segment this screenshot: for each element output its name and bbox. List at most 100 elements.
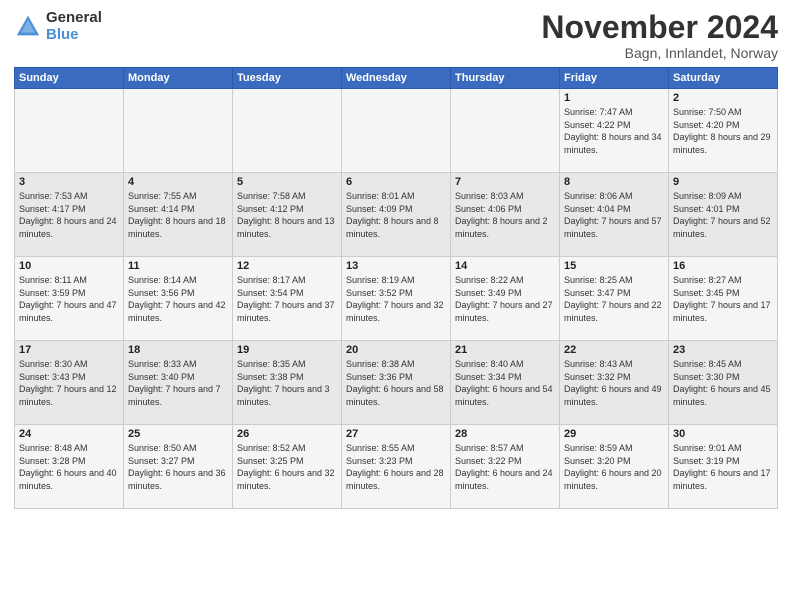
calendar-cell-1-5: 8Sunrise: 8:06 AMSunset: 4:04 PMDaylight…	[560, 173, 669, 257]
day-info: Sunrise: 8:19 AMSunset: 3:52 PMDaylight:…	[346, 274, 446, 324]
calendar-header: Sunday Monday Tuesday Wednesday Thursday…	[15, 68, 778, 89]
day-number: 8	[564, 176, 664, 188]
day-info: Sunrise: 8:30 AMSunset: 3:43 PMDaylight:…	[19, 358, 119, 408]
calendar-cell-1-1: 4 Sunrise: 7:55 AMSunset: 4:14 PMDaylight…	[124, 173, 233, 257]
day-info: Sunrise: 8:35 AMSunset: 3:38 PMDaylight:…	[237, 358, 337, 408]
header-monday: Monday	[124, 68, 233, 89]
calendar-cell-3-6: 23 Sunrise: 8:45 AMSunset: 3:30 PMDayligh…	[669, 341, 778, 425]
day-number: 4	[128, 176, 228, 188]
calendar-cell-4-4: 28 Sunrise: 8:57 AMSunset: 3:22 PMDayligh…	[451, 425, 560, 509]
logo-general: General	[46, 10, 102, 27]
day-info: Sunrise: 8:50 AMSunset: 3:27 PMDaylight:…	[128, 442, 228, 492]
day-number: 26	[237, 428, 337, 440]
calendar-cell-4-5: 29 Sunrise: 8:59 AMSunset: 3:20 PMDayligh…	[560, 425, 669, 509]
calendar-week-2: 10Sunrise: 8:11 AMSunset: 3:59 PMDayligh…	[15, 257, 778, 341]
calendar-table: Sunday Monday Tuesday Wednesday Thursday…	[14, 67, 778, 509]
calendar-cell-4-3: 27Sunrise: 8:55 AMSunset: 3:23 PMDayligh…	[342, 425, 451, 509]
calendar-week-1: 3Sunrise: 7:53 AMSunset: 4:17 PMDaylight…	[15, 173, 778, 257]
day-number: 6	[346, 176, 446, 188]
header-sunday: Sunday	[15, 68, 124, 89]
calendar-week-0: 1 Sunrise: 7:47 AMSunset: 4:22 PMDaylight…	[15, 89, 778, 173]
calendar-cell-4-6: 30 Sunrise: 9:01 AMSunset: 3:19 PMDayligh…	[669, 425, 778, 509]
calendar-cell-0-4	[451, 89, 560, 173]
day-info: Sunrise: 8:03 AMSunset: 4:06 PMDaylight:…	[455, 190, 555, 240]
calendar-cell-0-6: 2 Sunrise: 7:50 AMSunset: 4:20 PMDaylight…	[669, 89, 778, 173]
day-info: Sunrise: 8:57 AMSunset: 3:22 PMDaylight:…	[455, 442, 555, 492]
day-number: 22	[564, 344, 664, 356]
day-number: 1	[564, 92, 664, 104]
day-number: 23	[673, 344, 773, 356]
day-number: 9	[673, 176, 773, 188]
day-info: Sunrise: 8:45 AMSunset: 3:30 PMDaylight:…	[673, 358, 773, 408]
day-number: 19	[237, 344, 337, 356]
day-number: 5	[237, 176, 337, 188]
header-friday: Friday	[560, 68, 669, 89]
day-number: 30	[673, 428, 773, 440]
month-title: November 2024	[541, 10, 778, 45]
calendar-cell-1-2: 5Sunrise: 7:58 AMSunset: 4:12 PMDaylight…	[233, 173, 342, 257]
day-number: 10	[19, 260, 119, 272]
day-number: 28	[455, 428, 555, 440]
day-info: Sunrise: 7:53 AMSunset: 4:17 PMDaylight:…	[19, 190, 119, 240]
calendar-cell-2-6: 16Sunrise: 8:27 AMSunset: 3:45 PMDayligh…	[669, 257, 778, 341]
day-number: 2	[673, 92, 773, 104]
calendar-week-4: 24Sunrise: 8:48 AMSunset: 3:28 PMDayligh…	[15, 425, 778, 509]
calendar-cell-2-1: 11Sunrise: 8:14 AMSunset: 3:56 PMDayligh…	[124, 257, 233, 341]
calendar-cell-4-2: 26Sunrise: 8:52 AMSunset: 3:25 PMDayligh…	[233, 425, 342, 509]
calendar-week-3: 17Sunrise: 8:30 AMSunset: 3:43 PMDayligh…	[15, 341, 778, 425]
day-number: 25	[128, 428, 228, 440]
calendar-cell-4-0: 24Sunrise: 8:48 AMSunset: 3:28 PMDayligh…	[15, 425, 124, 509]
calendar-cell-1-0: 3Sunrise: 7:53 AMSunset: 4:17 PMDaylight…	[15, 173, 124, 257]
calendar-cell-1-3: 6 Sunrise: 8:01 AMSunset: 4:09 PMDaylight…	[342, 173, 451, 257]
day-number: 7	[455, 176, 555, 188]
calendar-cell-3-5: 22 Sunrise: 8:43 AMSunset: 3:32 PMDayligh…	[560, 341, 669, 425]
header-thursday: Thursday	[451, 68, 560, 89]
day-info: Sunrise: 8:33 AMSunset: 3:40 PMDaylight:…	[128, 358, 228, 408]
day-info: Sunrise: 9:01 AMSunset: 3:19 PMDaylight:…	[673, 442, 773, 492]
day-info: Sunrise: 8:17 AMSunset: 3:54 PMDaylight:…	[237, 274, 337, 324]
day-number: 21	[455, 344, 555, 356]
calendar-cell-2-0: 10Sunrise: 8:11 AMSunset: 3:59 PMDayligh…	[15, 257, 124, 341]
day-number: 27	[346, 428, 446, 440]
calendar-cell-0-2	[233, 89, 342, 173]
calendar-cell-3-2: 19 Sunrise: 8:35 AMSunset: 3:38 PMDayligh…	[233, 341, 342, 425]
header-tuesday: Tuesday	[233, 68, 342, 89]
calendar-body: 1 Sunrise: 7:47 AMSunset: 4:22 PMDaylight…	[15, 89, 778, 509]
calendar-cell-0-0	[15, 89, 124, 173]
day-number: 11	[128, 260, 228, 272]
day-number: 13	[346, 260, 446, 272]
calendar-cell-3-4: 21 Sunrise: 8:40 AMSunset: 3:34 PMDayligh…	[451, 341, 560, 425]
calendar-cell-0-1	[124, 89, 233, 173]
day-info: Sunrise: 8:25 AMSunset: 3:47 PMDaylight:…	[564, 274, 664, 324]
day-info: Sunrise: 7:55 AMSunset: 4:14 PMDaylight:…	[128, 190, 228, 240]
day-info: Sunrise: 8:27 AMSunset: 3:45 PMDaylight:…	[673, 274, 773, 324]
calendar-cell-0-3	[342, 89, 451, 173]
calendar-cell-3-3: 20Sunrise: 8:38 AMSunset: 3:36 PMDayligh…	[342, 341, 451, 425]
header-saturday: Saturday	[669, 68, 778, 89]
day-info: Sunrise: 8:43 AMSunset: 3:32 PMDaylight:…	[564, 358, 664, 408]
location: Bagn, Innlandet, Norway	[541, 45, 778, 61]
day-info: Sunrise: 8:22 AMSunset: 3:49 PMDaylight:…	[455, 274, 555, 324]
header-wednesday: Wednesday	[342, 68, 451, 89]
day-info: Sunrise: 8:38 AMSunset: 3:36 PMDaylight:…	[346, 358, 446, 408]
day-info: Sunrise: 8:01 AMSunset: 4:09 PMDaylight:…	[346, 190, 446, 240]
day-info: Sunrise: 8:09 AMSunset: 4:01 PMDaylight:…	[673, 190, 773, 240]
page: General Blue November 2024 Bagn, Innland…	[0, 0, 792, 612]
calendar-cell-2-3: 13 Sunrise: 8:19 AMSunset: 3:52 PMDayligh…	[342, 257, 451, 341]
day-info: Sunrise: 8:59 AMSunset: 3:20 PMDaylight:…	[564, 442, 664, 492]
day-info: Sunrise: 8:40 AMSunset: 3:34 PMDaylight:…	[455, 358, 555, 408]
day-number: 24	[19, 428, 119, 440]
header: General Blue November 2024 Bagn, Innland…	[14, 10, 778, 61]
calendar-cell-2-5: 15Sunrise: 8:25 AMSunset: 3:47 PMDayligh…	[560, 257, 669, 341]
calendar-cell-4-1: 25 Sunrise: 8:50 AMSunset: 3:27 PMDayligh…	[124, 425, 233, 509]
calendar-cell-2-2: 12 Sunrise: 8:17 AMSunset: 3:54 PMDayligh…	[233, 257, 342, 341]
day-info: Sunrise: 7:50 AMSunset: 4:20 PMDaylight:…	[673, 106, 773, 156]
day-info: Sunrise: 7:47 AMSunset: 4:22 PMDaylight:…	[564, 106, 664, 156]
calendar-cell-1-6: 9 Sunrise: 8:09 AMSunset: 4:01 PMDaylight…	[669, 173, 778, 257]
day-number: 14	[455, 260, 555, 272]
calendar-cell-2-4: 14 Sunrise: 8:22 AMSunset: 3:49 PMDayligh…	[451, 257, 560, 341]
day-number: 29	[564, 428, 664, 440]
logo: General Blue	[14, 10, 102, 43]
day-number: 12	[237, 260, 337, 272]
title-block: November 2024 Bagn, Innlandet, Norway	[541, 10, 778, 61]
